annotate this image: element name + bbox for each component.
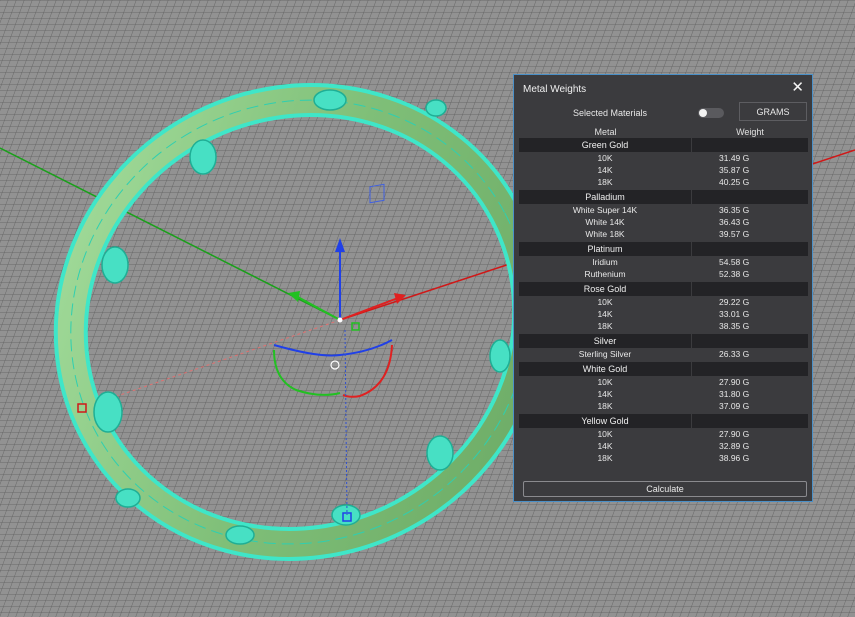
alloy-name: 10K [597, 297, 613, 307]
toggle-knob [699, 109, 707, 117]
table-row: Iridium 54.58 G [519, 256, 808, 268]
alloy-name: White 18K [585, 229, 625, 239]
group-header: Silver [519, 334, 808, 348]
group-divider [691, 362, 692, 376]
alloy-name: 18K [597, 177, 613, 187]
alloy-name: 10K [597, 429, 613, 439]
alloy-weight: 38.96 G [719, 453, 750, 463]
alloy-weight: 32.89 G [719, 441, 750, 451]
alloy-weight: 26.33 G [719, 349, 750, 359]
group-header: White Gold [519, 362, 808, 376]
alloy-name: Ruthenium [584, 269, 626, 279]
group-name: Platinum [587, 244, 623, 254]
alloy-name: 18K [597, 453, 613, 463]
table-row: Ruthenium 52.38 G [519, 268, 808, 280]
alloy-weight: 35.87 G [719, 165, 750, 175]
alloy-name: White 14K [585, 217, 625, 227]
table-row: 10K 27.90 G [519, 376, 808, 388]
units-button[interactable]: GRAMS [739, 102, 807, 121]
table-row: 14K 35.87 G [519, 164, 808, 176]
selected-materials-label: Selected Materials [573, 108, 648, 118]
table-row: Sterling Silver 26.33 G [519, 348, 808, 360]
table-row: 10K 31.49 G [519, 152, 808, 164]
table-row: White 14K 36.43 G [519, 216, 808, 228]
alloy-weight: 40.25 G [719, 177, 750, 187]
alloy-name: 14K [597, 309, 613, 319]
alloy-name: White Super 14K [572, 205, 638, 215]
alloy-name: Sterling Silver [578, 349, 632, 359]
table-row: 14K 31.80 G [519, 388, 808, 400]
group-divider [691, 334, 692, 348]
group-name: White Gold [582, 364, 628, 374]
alloy-name: Iridium [592, 257, 618, 267]
group-header: Palladium [519, 190, 808, 204]
selected-materials-toggle[interactable] [698, 108, 724, 118]
alloy-weight: 31.80 G [719, 389, 750, 399]
group-name: Yellow Gold [581, 416, 629, 426]
group-name: Green Gold [581, 140, 629, 150]
table-row: 10K 29.22 G [519, 296, 808, 308]
alloy-weight: 31.49 G [719, 153, 750, 163]
alloy-weight: 36.43 G [719, 217, 750, 227]
table-row: 10K 27.90 G [519, 428, 808, 440]
table-row: 18K 38.96 G [519, 452, 808, 464]
group-divider [691, 242, 692, 256]
column-header-weight: Weight [736, 127, 764, 137]
table-row: 18K 40.25 G [519, 176, 808, 188]
alloy-name: 14K [597, 441, 613, 451]
close-icon[interactable]: ✕ [791, 79, 804, 97]
alloy-weight: 38.35 G [719, 321, 750, 331]
group-divider [691, 282, 692, 296]
group-divider [691, 190, 692, 204]
group-header: Green Gold [519, 138, 808, 152]
metal-weights-panel: Metal Weights ✕ Selected Materials GRAMS… [513, 74, 813, 502]
weights-table: Green Gold 10K 31.49 G 14K 35.87 G 18K 40.25 G… [519, 138, 808, 464]
table-row: 14K 33.01 G [519, 308, 808, 320]
alloy-weight: 27.90 G [719, 429, 750, 439]
group-header: Yellow Gold [519, 414, 808, 428]
alloy-name: 18K [597, 321, 613, 331]
group-name: Rose Gold [583, 284, 627, 294]
group-header: Platinum [519, 242, 808, 256]
alloy-name: 18K [597, 401, 613, 411]
alloy-weight: 27.90 G [719, 377, 750, 387]
alloy-name: 10K [597, 153, 613, 163]
panel-title: Metal Weights [523, 84, 587, 95]
alloy-weight: 36.35 G [719, 205, 750, 215]
table-row: 14K 32.89 G [519, 440, 808, 452]
table-row: 18K 37.09 G [519, 400, 808, 412]
alloy-name: 14K [597, 165, 613, 175]
group-divider [691, 138, 692, 152]
alloy-weight: 52.38 G [719, 269, 750, 279]
group-name: Silver [593, 336, 617, 346]
alloy-weight: 29.22 G [719, 297, 750, 307]
group-divider [691, 414, 692, 428]
calculate-button[interactable]: Calculate [523, 481, 807, 497]
alloy-weight: 37.09 G [719, 401, 750, 411]
table-row: White 18K 39.57 G [519, 228, 808, 240]
alloy-weight: 39.57 G [719, 229, 750, 239]
alloy-name: 10K [597, 377, 613, 387]
table-row: White Super 14K 36.35 G [519, 204, 808, 216]
table-row: 18K 38.35 G [519, 320, 808, 332]
column-header-metal: Metal [594, 127, 617, 137]
alloy-name: 14K [597, 389, 613, 399]
alloy-weight: 54.58 G [719, 257, 750, 267]
alloy-weight: 33.01 G [719, 309, 750, 319]
group-header: Rose Gold [519, 282, 808, 296]
group-name: Palladium [585, 192, 625, 202]
